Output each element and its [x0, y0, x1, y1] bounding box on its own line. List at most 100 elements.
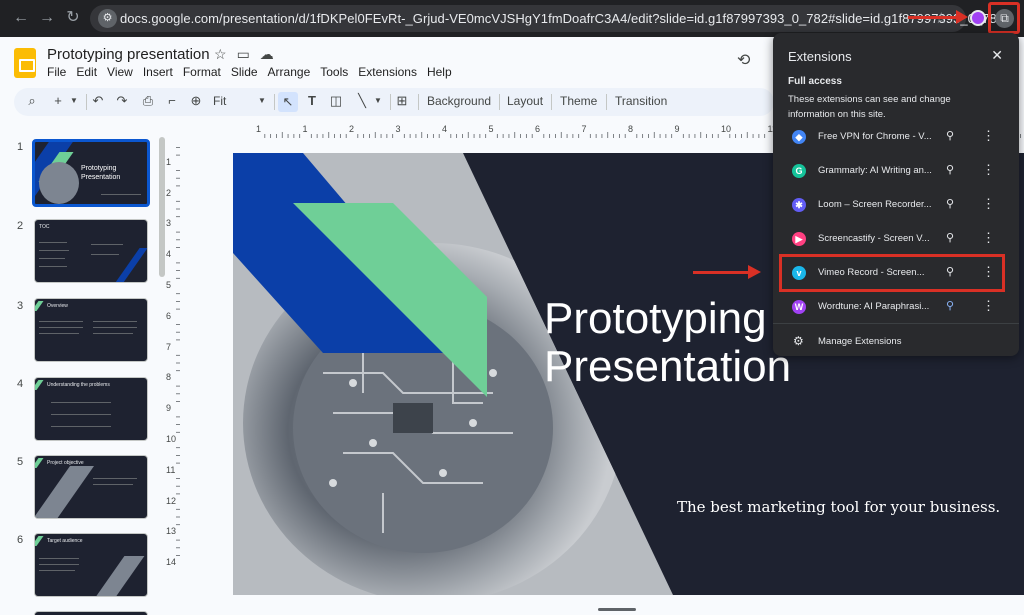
- cloud-status-icon[interactable]: ☁: [260, 46, 274, 63]
- new-slide-dropdown-icon[interactable]: ▼: [66, 93, 82, 109]
- loom-icon: ✱: [792, 198, 806, 212]
- wordtune-extension-icon[interactable]: [970, 10, 986, 26]
- pin-icon[interactable]: ⚲: [946, 163, 954, 176]
- paint-format-icon[interactable]: ⌐: [164, 93, 180, 109]
- transition-button[interactable]: Transition: [615, 94, 667, 108]
- slide-thumbnail-6[interactable]: Target audience: [34, 533, 148, 597]
- menu-view[interactable]: View: [107, 65, 133, 79]
- ruler-number: 5: [488, 124, 494, 134]
- ruler-number: 12: [166, 495, 177, 506]
- ruler-number: 3: [166, 218, 172, 229]
- ruler-number: 10: [166, 434, 177, 444]
- extension-row-vpn[interactable]: ◆ Free VPN for Chrome - V... ⚲ ⋮: [773, 120, 1019, 154]
- print-icon[interactable]: ⎙: [140, 93, 156, 109]
- slide-thumbnail-1[interactable]: Prototyping Presentation: [32, 139, 150, 207]
- menu-tools[interactable]: Tools: [320, 65, 348, 79]
- gear-icon: ⚙: [793, 334, 804, 348]
- address-bar[interactable]: ⚙ docs.google.com/presentation/d/1fDKPel…: [90, 5, 1004, 32]
- close-icon[interactable]: ✕: [991, 47, 1003, 64]
- line-dropdown-icon[interactable]: ▼: [370, 93, 386, 109]
- slide-thumbnail-3[interactable]: Overview: [34, 298, 148, 362]
- more-options-icon[interactable]: ⋮: [982, 298, 995, 314]
- select-cursor-icon[interactable]: ↖: [278, 92, 298, 112]
- slide-thumbnail-7[interactable]: [34, 611, 148, 615]
- search-menus-icon[interactable]: ⌕: [24, 93, 40, 109]
- filmstrip-scrollbar[interactable]: [159, 137, 165, 277]
- layout-button[interactable]: Layout: [507, 94, 543, 108]
- annotation-arrow-top: [908, 10, 968, 24]
- zoom-select[interactable]: Fit: [213, 94, 226, 108]
- vimeo-highlight-box: [779, 254, 1005, 292]
- site-info-icon[interactable]: ⚙: [98, 9, 117, 28]
- star-icon[interactable]: ☆: [214, 46, 227, 63]
- extension-row-wordtune[interactable]: W Wordtune: AI Paraphrasi... ⚲ ⋮: [773, 290, 1019, 324]
- screencastify-icon: ▶: [792, 232, 806, 246]
- canvas-scrollbar[interactable]: [598, 608, 636, 611]
- undo-icon[interactable]: ↶: [90, 93, 106, 109]
- extension-name[interactable]: Grammarly: AI Writing an...: [818, 165, 932, 176]
- extension-name[interactable]: Free VPN for Chrome - V...: [818, 131, 932, 142]
- editor-toolbar: ⌕ + ▼ ↶ ↷ ⎙ ⌐ ⊕ Fit ▼ ↖ T ◫ ╲ ▼ ⊞ Backgr…: [14, 88, 774, 116]
- text-box-icon[interactable]: T: [304, 93, 320, 109]
- redo-icon[interactable]: ↷: [114, 93, 130, 109]
- more-options-icon[interactable]: ⋮: [982, 230, 995, 246]
- unpin-icon[interactable]: ⚲: [946, 299, 954, 312]
- shield-icon: ◆: [792, 130, 806, 144]
- full-access-title: Full access: [788, 76, 842, 87]
- slide-thumbnail-5[interactable]: Project objective: [34, 455, 148, 519]
- ruler-number: 1: [166, 156, 172, 167]
- line-icon[interactable]: ╲: [354, 93, 370, 109]
- menu-insert[interactable]: Insert: [143, 65, 173, 79]
- slide-title-line2[interactable]: Presentation: [544, 343, 791, 391]
- more-options-icon[interactable]: ⋮: [982, 128, 995, 144]
- forward-icon[interactable]: →: [36, 7, 58, 29]
- menu-help[interactable]: Help: [427, 65, 452, 79]
- menu-format[interactable]: Format: [183, 65, 221, 79]
- more-options-icon[interactable]: ⋮: [982, 162, 995, 178]
- extension-name[interactable]: Screencastify - Screen V...: [818, 233, 930, 244]
- reload-icon[interactable]: ↻: [62, 7, 84, 29]
- slide-thumbnail-2[interactable]: TOC: [34, 219, 148, 283]
- slide-subtitle[interactable]: The best marketing tool for your busines…: [677, 498, 1000, 516]
- puzzle-icon[interactable]: ⧉: [995, 9, 1014, 28]
- document-title[interactable]: Prototyping presentation: [47, 46, 210, 63]
- pin-icon[interactable]: ⚲: [946, 197, 954, 210]
- ruler-number: 10: [721, 124, 732, 134]
- url-text[interactable]: docs.google.com/presentation/d/1fDKPel0F…: [120, 11, 1004, 26]
- thumb-title: Target audience: [47, 538, 83, 544]
- ruler-number: 11: [166, 464, 176, 475]
- slide-filmstrip: 1 Prototyping Presentation 2 TOC 3 Overvi…: [0, 120, 170, 615]
- ruler-number: 3: [395, 124, 401, 134]
- new-slide-icon[interactable]: +: [50, 93, 66, 109]
- comment-icon[interactable]: ⊞: [394, 93, 410, 109]
- more-options-icon[interactable]: ⋮: [982, 196, 995, 212]
- slide-thumbnail-4[interactable]: Understanding the problems: [34, 377, 148, 441]
- extensions-header: Extensions: [788, 49, 852, 64]
- manage-extensions-link[interactable]: Manage Extensions: [818, 336, 901, 347]
- extension-row-loom[interactable]: ✱ Loom – Screen Recorder... ⚲ ⋮: [773, 188, 1019, 222]
- pin-icon[interactable]: ⚲: [946, 231, 954, 244]
- pin-icon[interactable]: ⚲: [946, 129, 954, 142]
- menu-slide[interactable]: Slide: [231, 65, 258, 79]
- extension-name[interactable]: Wordtune: AI Paraphrasi...: [818, 301, 929, 312]
- zoom-icon[interactable]: ⊕: [188, 93, 204, 109]
- menu-extensions[interactable]: Extensions: [358, 65, 417, 79]
- extension-row-grammarly[interactable]: G Grammarly: AI Writing an... ⚲ ⋮: [773, 154, 1019, 188]
- slides-logo[interactable]: [14, 48, 36, 78]
- image-icon[interactable]: ◫: [328, 93, 344, 109]
- thumb-title: Overview: [47, 303, 68, 309]
- theme-button[interactable]: Theme: [560, 94, 597, 108]
- extension-row-screencastify[interactable]: ▶ Screencastify - Screen V... ⚲ ⋮: [773, 222, 1019, 256]
- extension-name[interactable]: Loom – Screen Recorder...: [818, 199, 932, 210]
- wordtune-icon: W: [792, 300, 806, 314]
- zoom-dropdown-icon[interactable]: ▼: [254, 93, 270, 109]
- menu-file[interactable]: File: [47, 65, 66, 79]
- version-history-icon[interactable]: ⟲: [737, 50, 750, 70]
- back-icon[interactable]: ←: [10, 7, 32, 29]
- move-folder-icon[interactable]: ▭: [237, 46, 250, 63]
- slide-title-line1[interactable]: Prototyping: [544, 295, 791, 343]
- background-button[interactable]: Background: [427, 94, 491, 108]
- menu-edit[interactable]: Edit: [76, 65, 97, 79]
- ruler-number: 1: [302, 124, 308, 134]
- menu-arrange[interactable]: Arrange: [268, 65, 311, 79]
